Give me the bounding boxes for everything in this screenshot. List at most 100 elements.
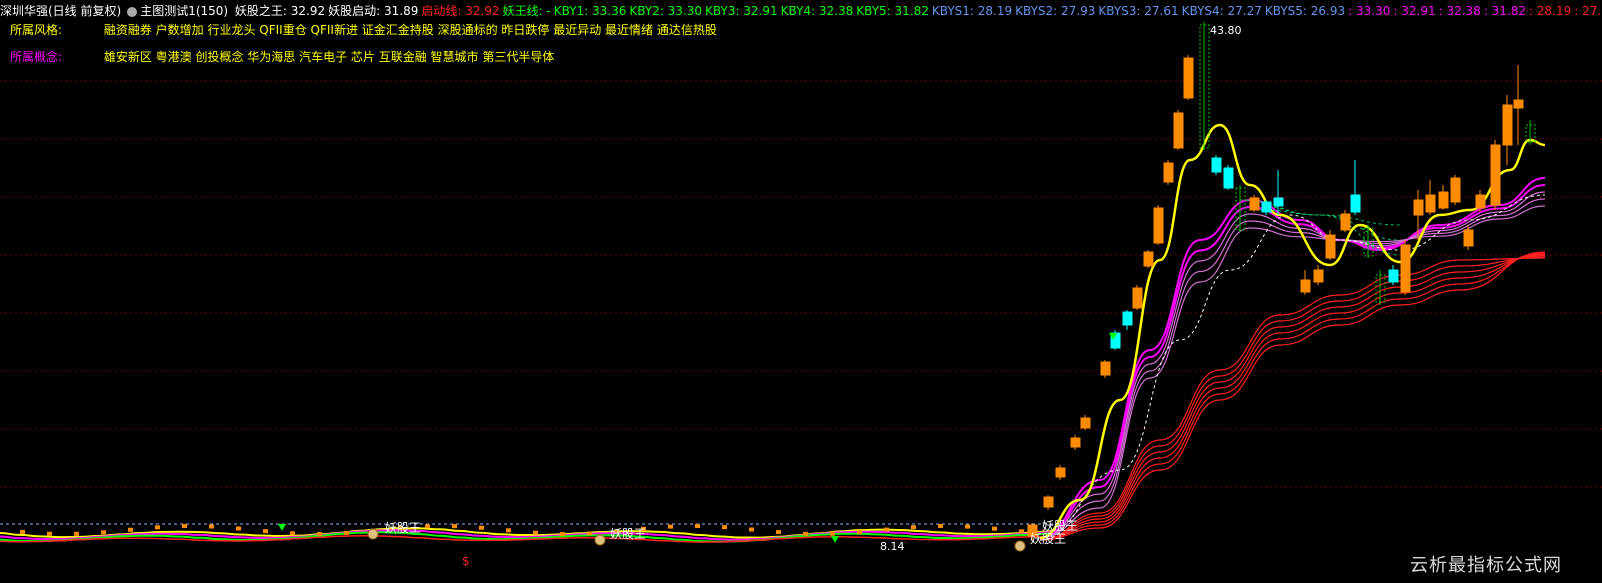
small-candle [452, 524, 457, 529]
kbys-line [1039, 257, 1546, 541]
down-arrow-icon [278, 524, 286, 531]
coin-icon [367, 528, 379, 540]
small-candle [1019, 529, 1024, 534]
small-candle [803, 531, 808, 536]
indicator-value: KBYS1: 28.19 [931, 4, 1013, 18]
candle-body [1490, 144, 1501, 206]
coin-icon [594, 534, 606, 546]
small-candle [884, 527, 889, 532]
small-candle [722, 525, 727, 530]
candle-body [1413, 199, 1424, 216]
candle-body [1153, 207, 1164, 244]
indicator-value: 妖王线: - [502, 4, 551, 18]
small-candle [776, 530, 781, 535]
concept-label: 所属概念: [10, 50, 63, 64]
indicator-value: KBY5: 31.82 [856, 4, 929, 18]
candle-body [1132, 287, 1143, 309]
indicator-value: : 32.91 [1393, 4, 1436, 18]
candle-body [1438, 191, 1449, 209]
candle-body [1300, 279, 1311, 293]
candle-body [1450, 177, 1461, 203]
small-candle [290, 531, 295, 536]
kbys-line [1039, 253, 1546, 541]
formula-name[interactable]: 主图测试1(150) [140, 4, 228, 18]
candle-body [1055, 467, 1066, 478]
small-candle [101, 530, 106, 535]
signal-label: 妖股王 [610, 527, 646, 541]
candle-body [1325, 234, 1336, 259]
price-chart[interactable]: 43.808.14妖股王 妖股王 妖股王妖股王$ [0, 0, 1602, 583]
kbys-line [1039, 255, 1546, 541]
chart-header: 深圳华强(日线 前复权) 主图测试1(150) 妖股之王: 32.92 妖股启动: … [0, 2, 1602, 20]
signal-label: 妖股王 [1042, 519, 1078, 533]
watermark: 云析最指标公式网 [1410, 555, 1562, 576]
candle-body [1183, 57, 1194, 99]
small-candle [209, 524, 214, 529]
white-dashed-line [1039, 194, 1546, 541]
stock-name[interactable]: 深圳华强(日线 前复权) [0, 4, 121, 18]
small-candle [425, 524, 430, 529]
small-candle [74, 531, 79, 536]
indicator-value: 妖股之王: 32.92 [234, 4, 326, 18]
small-candle [560, 531, 565, 536]
high-price-label: 43.80 [1210, 24, 1242, 37]
indicator-values: 妖股之王: 32.92 妖股启动: 31.89 启动线: 32.92 妖王线: - KB… [235, 4, 1602, 18]
candle-body [1249, 197, 1260, 211]
candle-body [1273, 197, 1284, 207]
small-candle [695, 524, 700, 529]
kby-line [1039, 205, 1546, 539]
indicator-value: KBYS2: 27.93 [1015, 4, 1096, 18]
s-mark: $ [462, 554, 470, 568]
kbys-line [1039, 252, 1546, 541]
small-candle [155, 525, 160, 530]
kbys-line [1039, 251, 1546, 541]
style-tags: 融资融券 户数增加 行业龙头 QFII重仓 QFII新进 证金汇金持股 深股通标… [103, 23, 717, 37]
small-candle [587, 531, 592, 536]
small-candle [317, 531, 322, 536]
candle-body [1100, 361, 1111, 376]
indicator-value: KBYS5: 26.93 [1264, 4, 1346, 18]
candle-body [1425, 194, 1436, 213]
green-dashed-line [1259, 209, 1401, 226]
candle-body [1143, 251, 1154, 267]
gear-icon[interactable] [127, 6, 138, 17]
small-candle [236, 526, 241, 531]
down-arrow-icon [831, 536, 839, 543]
style-row: 所属风格: 融资融券 户数增加 行业龙头 QFII重仓 QFII新进 证金汇金持… [0, 21, 717, 39]
indicator-value: : 32.38 [1438, 4, 1481, 18]
small-candle [965, 524, 970, 529]
small-candle [20, 529, 25, 534]
candle-body [1313, 269, 1324, 283]
candle-body [1400, 244, 1411, 293]
small-candle [263, 529, 268, 534]
indicator-value: : 27.93 [1574, 4, 1602, 18]
candle-body [1261, 201, 1272, 213]
candle-body [1163, 162, 1174, 183]
coin-icon [1014, 540, 1026, 552]
candle-body [1070, 437, 1081, 448]
indicator-value: : 28.19 [1529, 4, 1572, 18]
small-candle [533, 530, 538, 535]
candle-body [1043, 496, 1054, 508]
style-label: 所属风格: [10, 23, 63, 37]
indicator-value: KBYS3: 27.61 [1098, 4, 1179, 18]
small-candle [506, 528, 511, 533]
indicator-value: KBY2: 33.30 [629, 4, 703, 18]
candle-body [1173, 112, 1184, 149]
indicator-value: 妖股启动: 31.89 [328, 4, 419, 18]
small-candle [344, 530, 349, 535]
small-candle [830, 531, 835, 536]
concept-row: 所属概念: 雄安新区 粤港澳 创投概念 华为海思 汽车电子 芯片 互联金融 智慧… [0, 48, 554, 66]
small-candle [857, 530, 862, 535]
candle-body [1080, 417, 1091, 429]
small-candle [911, 525, 916, 530]
indicator-value: : 31.82 [1483, 4, 1527, 18]
candle-body [1463, 229, 1474, 247]
small-candle [128, 527, 133, 532]
indicator-value: : 33.30 [1348, 4, 1391, 18]
small-candle [749, 527, 754, 532]
signal-label: 妖股王 [385, 521, 421, 535]
candle-body [1475, 194, 1486, 209]
indicator-value: KBYS4: 27.27 [1181, 4, 1262, 18]
candle-body [1340, 213, 1351, 231]
